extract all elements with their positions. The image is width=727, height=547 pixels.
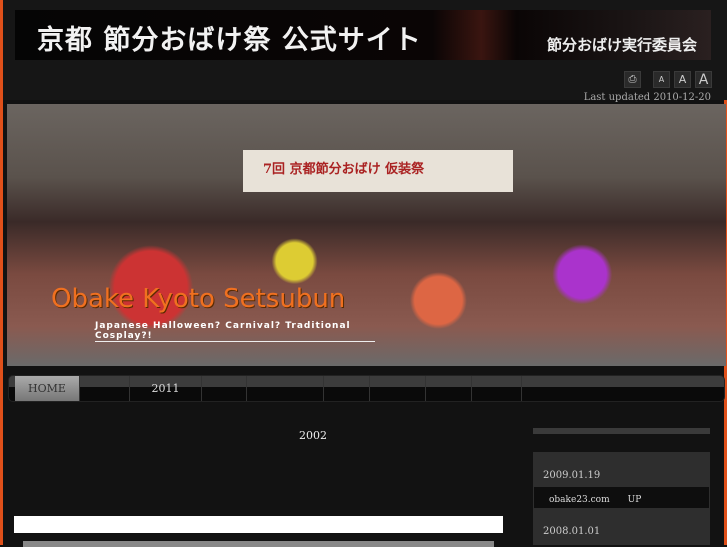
nav-item[interactable]: [472, 376, 522, 401]
content-divider: [23, 541, 494, 547]
nav-item[interactable]: [324, 376, 370, 401]
font-size-large-button[interactable]: A: [695, 71, 712, 88]
printer-icon[interactable]: ⎙: [624, 71, 641, 88]
nav-item[interactable]: [247, 376, 324, 401]
hero-title: Obake Kyoto Setsubun: [51, 284, 346, 314]
nav-item[interactable]: [80, 376, 130, 401]
news-item[interactable]: obake23.com UP: [534, 487, 709, 508]
main-nav: HOME 2011: [8, 375, 725, 402]
nav-item[interactable]: [202, 376, 247, 401]
main-year: 2002: [299, 429, 327, 442]
nav-item[interactable]: [522, 376, 724, 401]
sidebar-header-bar: [533, 428, 710, 434]
news-box: 2009.01.19 obake23.com UP 2008.01.01: [533, 452, 710, 545]
nav-item[interactable]: [426, 376, 472, 401]
nav-item[interactable]: [370, 376, 426, 401]
hero-subtitle: Japanese Halloween? Carnival? Traditiona…: [95, 321, 375, 342]
font-size-small-button[interactable]: A: [653, 71, 670, 88]
news-date: 2009.01.19: [543, 470, 601, 481]
last-updated: Last updated 2010-12-20: [583, 92, 711, 103]
content-bar: [14, 516, 503, 533]
nav-home[interactable]: HOME: [15, 376, 80, 401]
nav-2011[interactable]: 2011: [130, 376, 202, 401]
organizer-name: 節分おばけ実行委員会: [546, 36, 697, 54]
news-date: 2008.01.01: [543, 526, 601, 537]
hero-photo: 7回 京都節分おばけ 仮装祭 Obake Kyoto Setsubun Japa…: [7, 104, 726, 366]
site-title: 京都 節分おばけ祭 公式サイト: [37, 25, 422, 56]
site-banner[interactable]: 京都 節分おばけ祭 公式サイト 節分おばけ実行委員会: [15, 10, 711, 60]
hero-sign: 7回 京都節分おばけ 仮装祭: [243, 150, 513, 192]
toolbar: ⎙ A A A: [624, 71, 712, 88]
font-size-medium-button[interactable]: A: [674, 71, 691, 88]
